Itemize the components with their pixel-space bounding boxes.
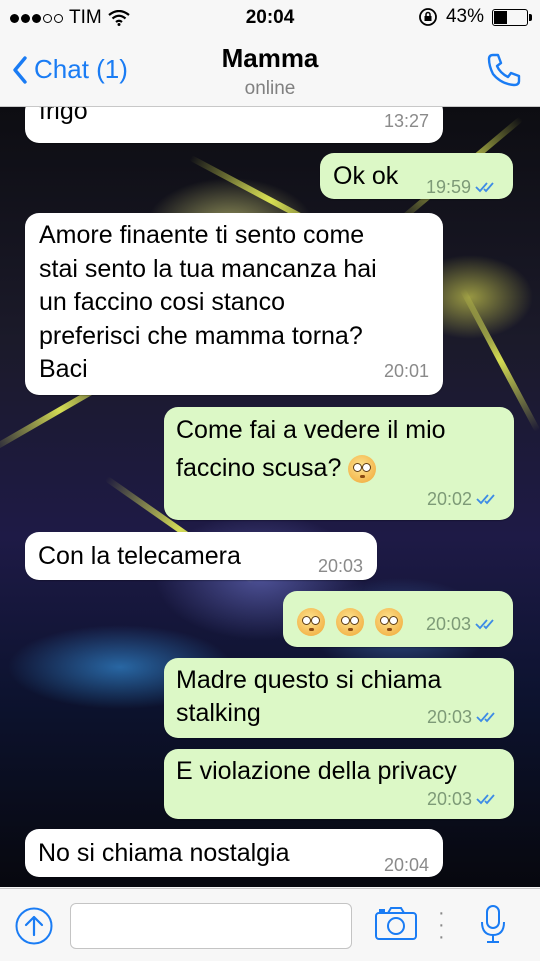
double-check-icon [476, 712, 495, 723]
message-list[interactable]: frigo 13:27 Ok ok 19:59 Amore finaente t… [0, 107, 540, 887]
message-input[interactable] [70, 903, 352, 949]
message-outgoing[interactable]: Madre questo si chiama stalking 20:03 [164, 658, 514, 738]
message-text: frigo [39, 107, 88, 125]
message-time: 20:03 [426, 789, 472, 809]
flushed-face-emoji [335, 608, 364, 637]
message-line-with-emoji: faccino scusa? [176, 449, 446, 487]
emoji-row [297, 605, 407, 637]
message-time: 19:59 [425, 177, 471, 197]
message-incoming[interactable]: Amore finaente ti sento come stai sento … [25, 213, 443, 395]
message-incoming[interactable]: No si chiama nostalgia 20:04 [25, 829, 443, 877]
status-right: 43% [418, 6, 532, 28]
message-text: Ok ok [333, 162, 399, 190]
microphone-icon[interactable] [479, 902, 507, 948]
camera-icon[interactable] [374, 905, 418, 941]
message-time: 20:03 [426, 707, 472, 727]
chat-header: Chat (1) Mamma online [0, 36, 540, 107]
status-bar: TIM 20:04 43% [0, 0, 540, 36]
message-time: 13:27 [383, 111, 429, 131]
message-outgoing[interactable]: Ok ok 19:59 [320, 153, 513, 199]
message-meta: 20:03 [427, 701, 500, 733]
flushed-face-emoji [348, 455, 377, 484]
double-check-icon [475, 182, 494, 193]
message-outgoing[interactable]: 20:03 [283, 591, 513, 647]
message-line: Baci [39, 355, 88, 383]
more-dots-icon[interactable]: · · · [438, 903, 445, 947]
message-line: stalking [176, 699, 261, 727]
double-check-icon [475, 619, 494, 630]
message-incoming[interactable]: Con la telecamera 20:03 [25, 532, 377, 580]
double-check-icon [476, 794, 495, 805]
double-check-icon [476, 494, 495, 505]
message-text: Come fai a vedere il mio faccino scusa? [176, 411, 446, 487]
message-text: Con la telecamera [38, 542, 241, 570]
message-time: 20:02 [426, 489, 472, 509]
flushed-face-emoji [374, 608, 403, 637]
flushed-face-emoji [297, 608, 325, 637]
message-meta: 20:03 [427, 783, 500, 815]
message-text: E violazione della privacy [176, 757, 457, 785]
message-text: Madre questo si chiama stalking [176, 664, 441, 730]
message-meta: 19:59 [426, 171, 499, 203]
message-meta: 20:02 [427, 483, 500, 515]
contact-status: online [244, 78, 296, 99]
upload-arrow-icon[interactable] [14, 906, 54, 946]
message-outgoing[interactable]: E violazione della privacy 20:03 [164, 749, 514, 819]
message-line: preferisci che mamma torna? [39, 321, 363, 350]
message-outgoing[interactable]: Come fai a vedere il mio faccino scusa? … [164, 407, 514, 520]
message-text: Amore finaente ti sento come stai sento … [39, 219, 377, 387]
message-line: faccino scusa? [176, 454, 342, 482]
message-line: stai sento la tua mancanza hai [39, 254, 377, 283]
orientation-lock-icon [419, 8, 437, 26]
contact-name[interactable]: Mamma [0, 43, 540, 74]
battery-percent: 43% [445, 6, 484, 27]
message-line: Amore finaente ti sento come [39, 221, 365, 249]
message-line: Come fai a vedere il mio [176, 416, 446, 444]
phone-icon[interactable] [484, 50, 524, 90]
message-time: 20:04 [383, 855, 429, 875]
message-meta: 20:03 [426, 608, 499, 640]
message-time: 20:03 [425, 614, 471, 634]
message-line: un faccino cosi stanco [39, 288, 285, 316]
message-text: No si chiama nostalgia [38, 839, 290, 867]
composer-bar: · · · [0, 888, 540, 961]
message-time: 20:01 [383, 361, 429, 381]
message-line: Madre questo si chiama [176, 666, 442, 694]
message-time: 20:03 [317, 556, 363, 576]
message-incoming[interactable]: frigo 13:27 [25, 107, 443, 143]
battery-icon [492, 8, 532, 26]
